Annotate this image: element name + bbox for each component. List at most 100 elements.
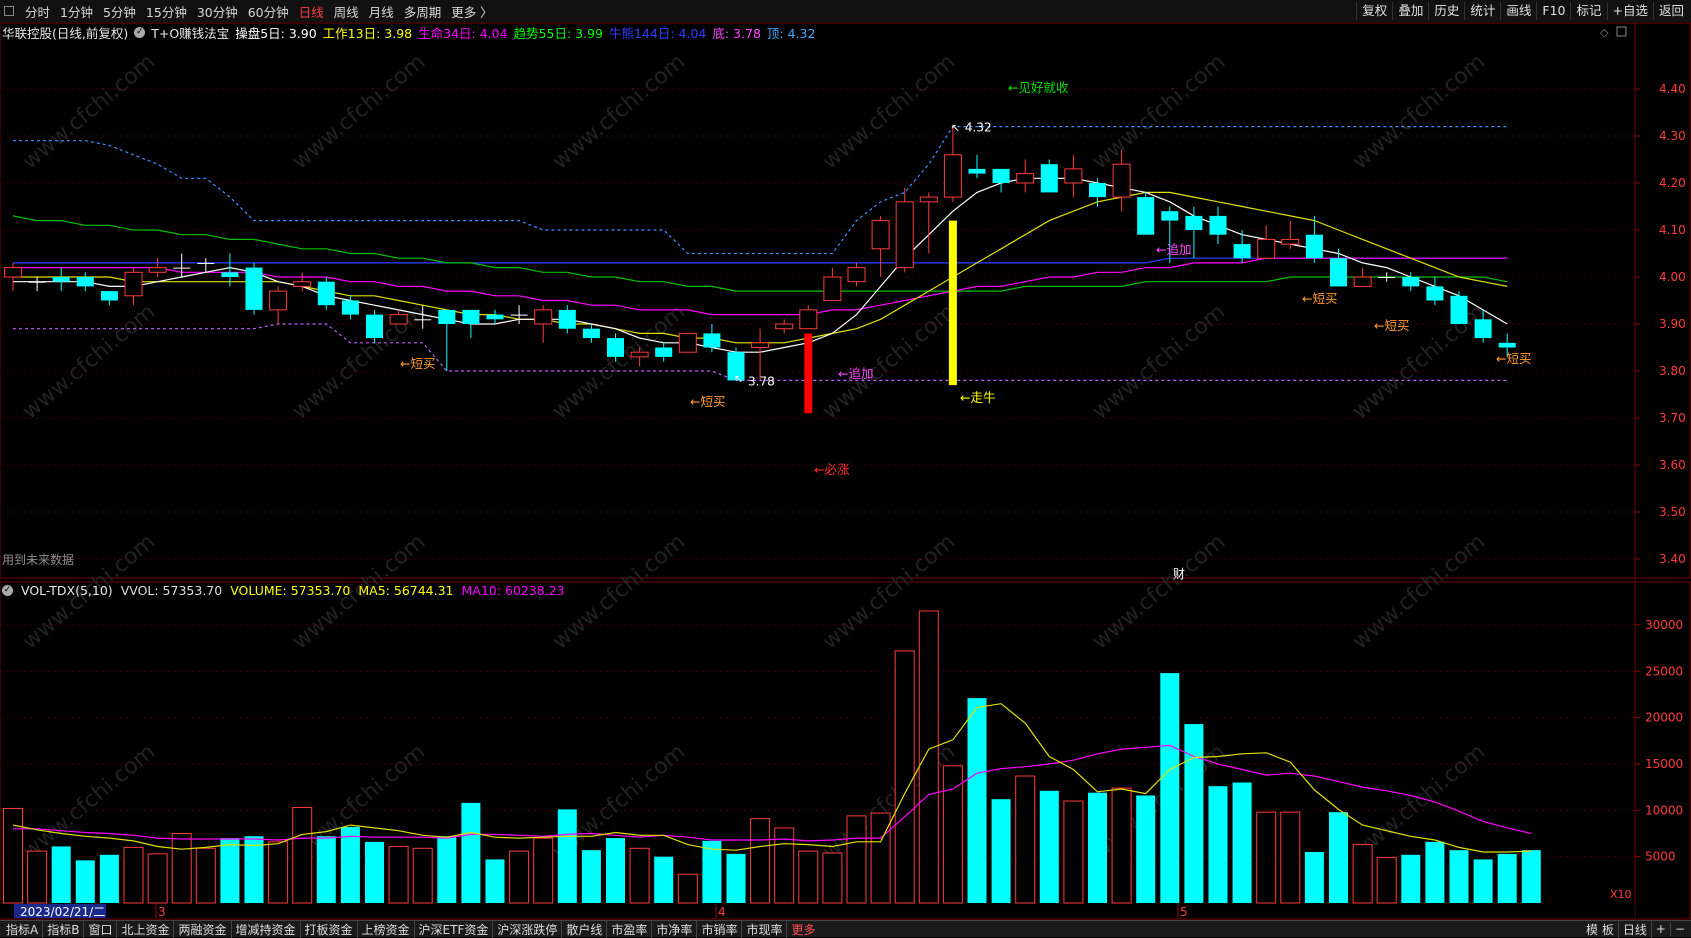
volume-settings-icon[interactable]: ✓ xyxy=(2,584,13,596)
candle-body-up[interactable] xyxy=(1016,173,1035,184)
volume-bar-up[interactable] xyxy=(533,837,554,904)
volume-bar-down[interactable] xyxy=(1449,850,1469,903)
candle-body-down[interactable] xyxy=(1040,164,1058,193)
tab-top-list[interactable]: 上榜资金 xyxy=(358,920,415,938)
candle-body-down[interactable] xyxy=(558,309,576,329)
tab-more[interactable]: 更多 〉 xyxy=(446,2,497,21)
tab-window[interactable]: 窗口 xyxy=(84,920,118,938)
candle-body-down[interactable] xyxy=(366,314,383,339)
candle-body-down[interactable] xyxy=(1330,258,1347,287)
tab-1min[interactable]: 1分钟 xyxy=(55,2,98,21)
candle-body-down[interactable] xyxy=(703,333,721,348)
candle-body-down[interactable] xyxy=(1089,183,1106,198)
volume-bar-up[interactable] xyxy=(292,807,313,904)
candle-body-down[interactable] xyxy=(1426,286,1444,301)
candle-body-up[interactable] xyxy=(919,196,938,203)
candle-body-down[interactable] xyxy=(1185,215,1203,230)
candle-body-up[interactable] xyxy=(678,332,697,353)
tab-margin[interactable]: 两融资金 xyxy=(174,920,232,938)
volume-bar-up[interactable] xyxy=(3,807,23,904)
volume-bar-up[interactable] xyxy=(918,610,939,904)
tab-60min[interactable]: 60分钟 xyxy=(243,2,294,21)
candle-body-up[interactable] xyxy=(534,309,553,325)
volume-bar-down[interactable] xyxy=(1497,853,1517,903)
volume-bar-down[interactable] xyxy=(726,853,746,903)
add-watchlist-button[interactable]: +自选 xyxy=(1606,2,1653,20)
volume-bar-up[interactable] xyxy=(268,841,289,904)
volume-bar-up[interactable] xyxy=(629,847,650,904)
volume-bar-down[interactable] xyxy=(1473,859,1493,903)
volume-bar-down[interactable] xyxy=(654,856,674,903)
volume-bar-down[interactable] xyxy=(1401,854,1421,903)
candle-body-down[interactable] xyxy=(1378,277,1396,278)
candle-body-up[interactable] xyxy=(630,351,649,358)
candle-body-up[interactable] xyxy=(847,267,866,283)
candle-body-up[interactable] xyxy=(4,267,22,278)
candle-body-up[interactable] xyxy=(1064,168,1083,184)
stock-title[interactable]: 华联控股(日线,前复权) xyxy=(2,23,128,42)
candle-body-up[interactable] xyxy=(1281,238,1300,245)
tab-5min[interactable]: 5分钟 xyxy=(98,2,141,21)
tab-daily[interactable]: 日线 xyxy=(294,2,329,21)
volume-bar-up[interactable] xyxy=(1111,787,1132,904)
formula-name[interactable]: T+O赚钱法宝 xyxy=(151,23,229,42)
candle-body-down[interactable] xyxy=(1450,295,1468,324)
template-button[interactable]: 模 板 xyxy=(1582,920,1619,938)
volume-bar-down[interactable] xyxy=(967,698,987,903)
volume-bar-up[interactable] xyxy=(195,847,216,904)
volume-bar-up[interactable] xyxy=(798,850,819,904)
volume-bar-down[interactable] xyxy=(316,836,336,903)
volume-bar-down[interactable] xyxy=(485,859,505,903)
volume-bar-up[interactable] xyxy=(147,853,168,904)
overlay-button[interactable]: 叠加 xyxy=(1392,2,1428,20)
volume-bar-down[interactable] xyxy=(99,854,119,903)
candle-body-down[interactable] xyxy=(1305,234,1323,259)
candle-body-down[interactable] xyxy=(1161,211,1179,221)
candle-body-down[interactable] xyxy=(76,277,94,287)
candle-body-down[interactable] xyxy=(655,347,673,357)
candle-body-down[interactable] xyxy=(1209,215,1227,235)
candle-body-down[interactable] xyxy=(486,314,504,320)
candle-body-up[interactable] xyxy=(1112,163,1131,198)
candle-body-down[interactable] xyxy=(1137,197,1155,235)
volume-bar-down[interactable] xyxy=(606,838,625,903)
candle-body-down[interactable] xyxy=(992,168,1010,183)
volume-bar-up[interactable] xyxy=(1015,775,1036,904)
candle-body-up[interactable] xyxy=(775,323,794,330)
candle-body-up[interactable] xyxy=(1353,276,1372,287)
tab-northbound[interactable]: 北上资金 xyxy=(117,920,175,938)
mark-button[interactable]: 标记 xyxy=(1570,2,1606,20)
tab-more-indicators[interactable]: 更多 xyxy=(787,921,819,938)
candle-body-down[interactable] xyxy=(1498,342,1516,348)
volume-bar-down[interactable] xyxy=(437,836,457,903)
candle-body-down[interactable] xyxy=(1402,277,1420,287)
back-button[interactable]: 返回 xyxy=(1652,2,1689,20)
maximize-icon[interactable] xyxy=(1616,26,1627,37)
volume-bar-up[interactable] xyxy=(27,850,48,904)
candle-body-down[interactable] xyxy=(173,267,191,269)
candle-body-down[interactable] xyxy=(1233,244,1251,259)
volume-bar-down[interactable] xyxy=(581,850,601,903)
candle-body-down[interactable] xyxy=(462,309,480,324)
volume-bar-up[interactable] xyxy=(750,818,771,904)
candle-body-up[interactable] xyxy=(871,220,890,250)
candle-body-down[interactable] xyxy=(1474,319,1492,339)
volume-bar-down[interactable] xyxy=(1232,782,1252,903)
candle-body-up[interactable] xyxy=(389,314,408,325)
candle-body-down[interactable] xyxy=(438,309,456,324)
volume-bar-up[interactable] xyxy=(388,845,409,904)
volume-bar-down[interactable] xyxy=(461,802,481,903)
candle-body-down[interactable] xyxy=(197,262,215,264)
statistics-button[interactable]: 统计 xyxy=(1464,2,1500,20)
volume-bar-up[interactable] xyxy=(846,815,867,904)
tab-pb[interactable]: 市净率 xyxy=(652,920,698,938)
tab-retail[interactable]: 散户线 xyxy=(562,920,608,938)
candle-body-down[interactable] xyxy=(100,291,118,301)
candle-body-up[interactable] xyxy=(943,154,962,198)
candle-body-down[interactable] xyxy=(245,267,263,310)
tab-pe[interactable]: 市盈率 xyxy=(607,920,653,938)
volume-bar-down[interactable] xyxy=(1208,786,1228,903)
volume-bar-up[interactable] xyxy=(942,765,963,904)
volume-bar-up[interactable] xyxy=(894,650,915,904)
volume-bar-up[interactable] xyxy=(412,847,433,904)
